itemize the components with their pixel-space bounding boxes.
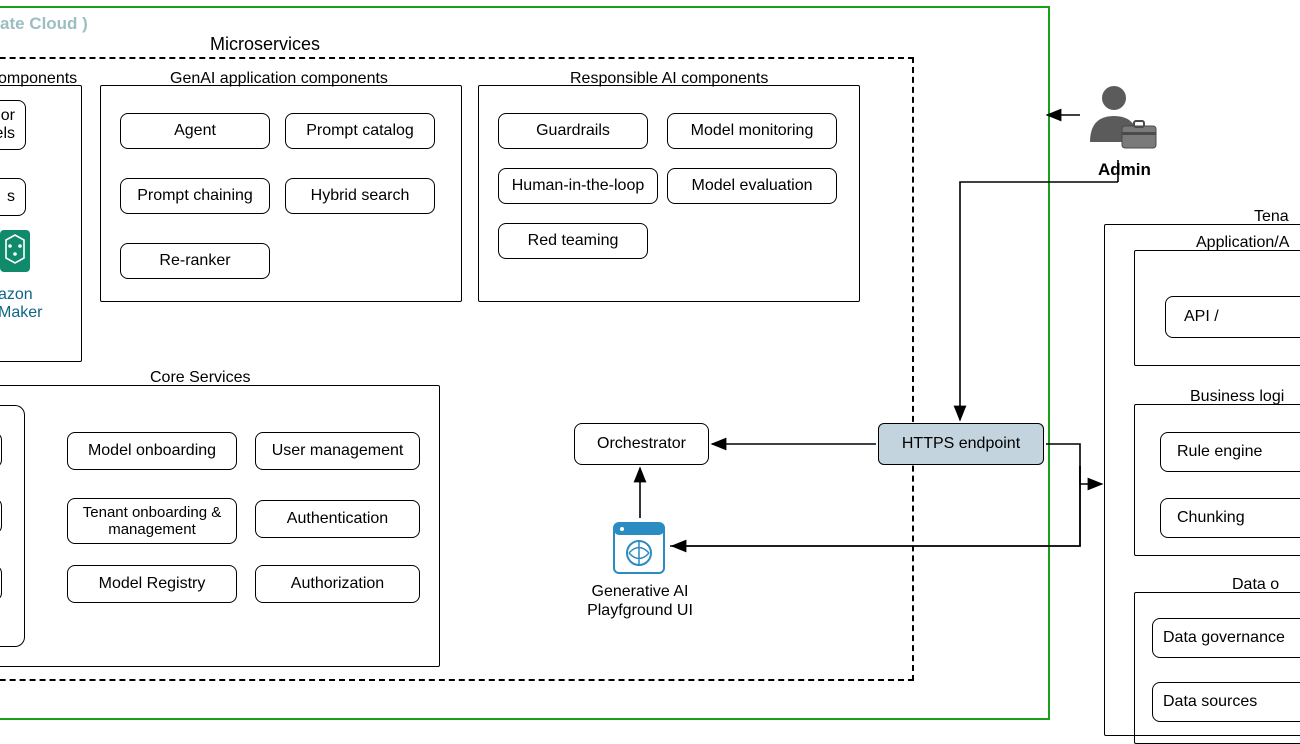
arrows: [0, 0, 1300, 731]
